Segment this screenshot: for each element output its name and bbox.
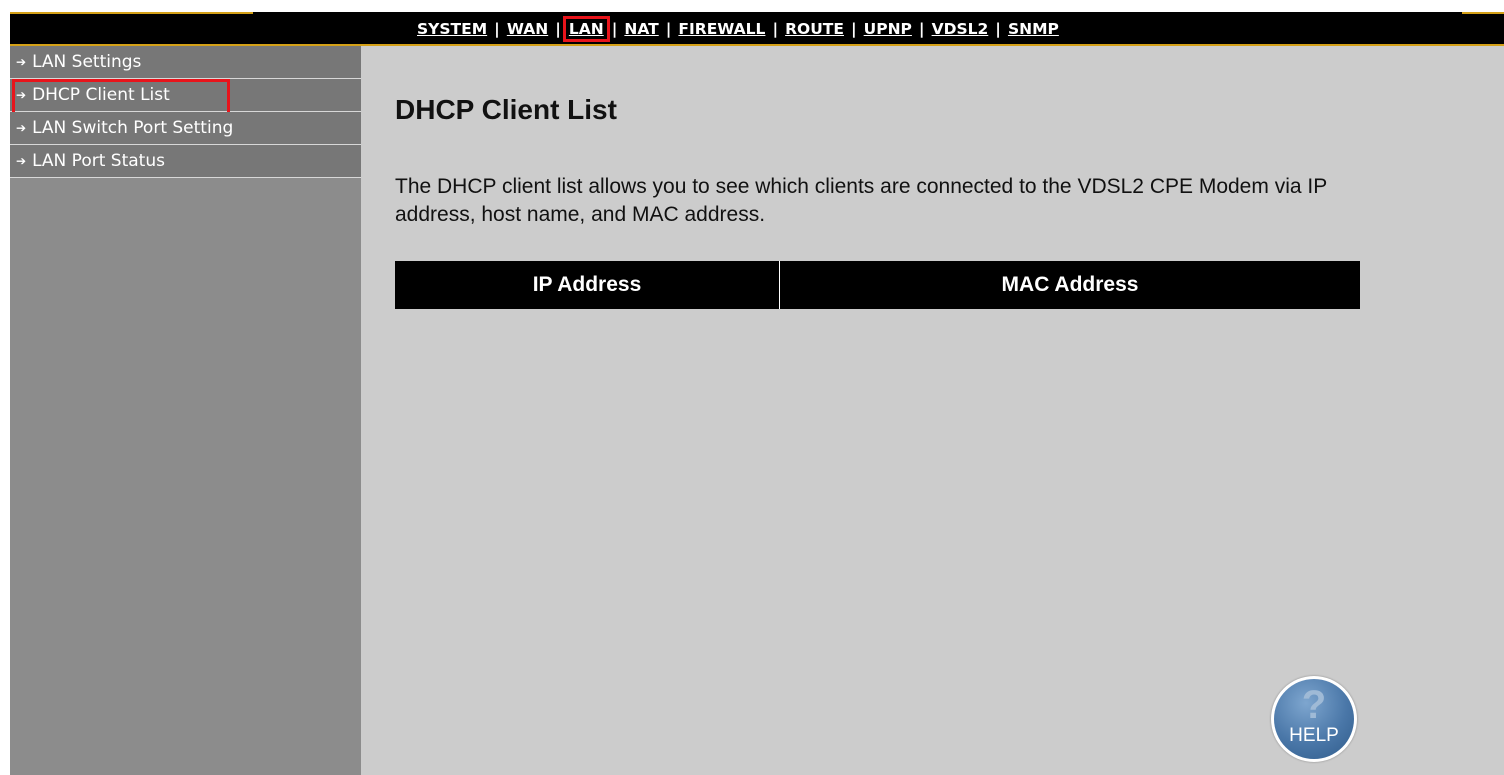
page-title: DHCP Client List: [395, 94, 617, 125]
nav-separator: |: [918, 20, 925, 38]
description-line-2: address, host name, and MAC address.: [395, 203, 766, 226]
nav-upnp[interactable]: UPNP: [863, 20, 913, 38]
column-header-mac-address: MAC Address: [779, 261, 1360, 309]
nav-separator: |: [772, 20, 779, 38]
table-header-row: IP Address MAC Address: [395, 261, 1360, 309]
sidebar-item-label: LAN Settings: [32, 52, 142, 72]
sidebar-item-label: LAN Port Status: [32, 151, 165, 171]
sidebar: ➔ LAN Settings ➔ DHCP Client List ➔ LAN …: [10, 46, 361, 775]
description-line-1: The DHCP client list allows you to see w…: [395, 175, 1328, 198]
nav-nat[interactable]: NAT: [623, 20, 659, 38]
nav-route[interactable]: ROUTE: [784, 20, 845, 38]
nav-wan[interactable]: WAN: [506, 20, 549, 38]
arrow-right-icon: ➔: [16, 154, 27, 168]
question-mark-icon: ?: [1301, 683, 1327, 727]
nav-separator: |: [494, 20, 500, 38]
page-description: The DHCP client list allows you to see w…: [395, 173, 1504, 229]
nav-vdsl2[interactable]: VDSL2: [931, 20, 990, 38]
sidebar-item-dhcp-client-list[interactable]: ➔ DHCP Client List: [10, 79, 361, 115]
content-area: DHCP Client List The DHCP client list al…: [361, 46, 1504, 775]
router-admin-page: SYSTEM | WAN | LAN | NAT | FIREWALL | RO…: [10, 12, 1504, 775]
top-nav-bar: SYSTEM | WAN | LAN | NAT | FIREWALL | RO…: [10, 12, 1504, 46]
nav-system[interactable]: SYSTEM: [416, 20, 488, 38]
topbar-accent-left: [10, 12, 253, 14]
main-menu: SYSTEM | WAN | LAN | NAT | FIREWALL | RO…: [416, 16, 1060, 42]
sidebar-item-label: LAN Switch Port Setting: [32, 118, 234, 138]
sidebar-item-lan-port-status[interactable]: ➔ LAN Port Status: [10, 145, 361, 178]
topbar-accent-right: [1462, 12, 1504, 14]
sidebar-item-lan-settings[interactable]: ➔ LAN Settings: [10, 46, 361, 79]
help-icon: ? HELP: [1274, 679, 1354, 759]
nav-snmp[interactable]: SNMP: [1007, 20, 1060, 38]
nav-separator: |: [995, 20, 1001, 38]
nav-separator: |: [611, 20, 618, 38]
arrow-right-icon: ➔: [16, 55, 27, 69]
arrow-right-icon: ➔: [16, 88, 27, 102]
dhcp-client-table: IP Address MAC Address: [395, 261, 1360, 309]
arrow-right-icon: ➔: [16, 121, 27, 135]
sidebar-item-label: DHCP Client List: [32, 85, 170, 105]
nav-separator: |: [665, 20, 672, 38]
nav-separator: |: [850, 20, 857, 38]
column-header-ip-address: IP Address: [395, 261, 780, 309]
help-button[interactable]: ? HELP: [1271, 676, 1357, 762]
nav-lan[interactable]: LAN: [562, 16, 610, 42]
help-label: HELP: [1289, 725, 1339, 746]
nav-firewall[interactable]: FIREWALL: [677, 20, 766, 38]
sidebar-item-lan-switch-port-setting[interactable]: ➔ LAN Switch Port Setting: [10, 112, 361, 145]
nav-separator: |: [555, 20, 561, 38]
